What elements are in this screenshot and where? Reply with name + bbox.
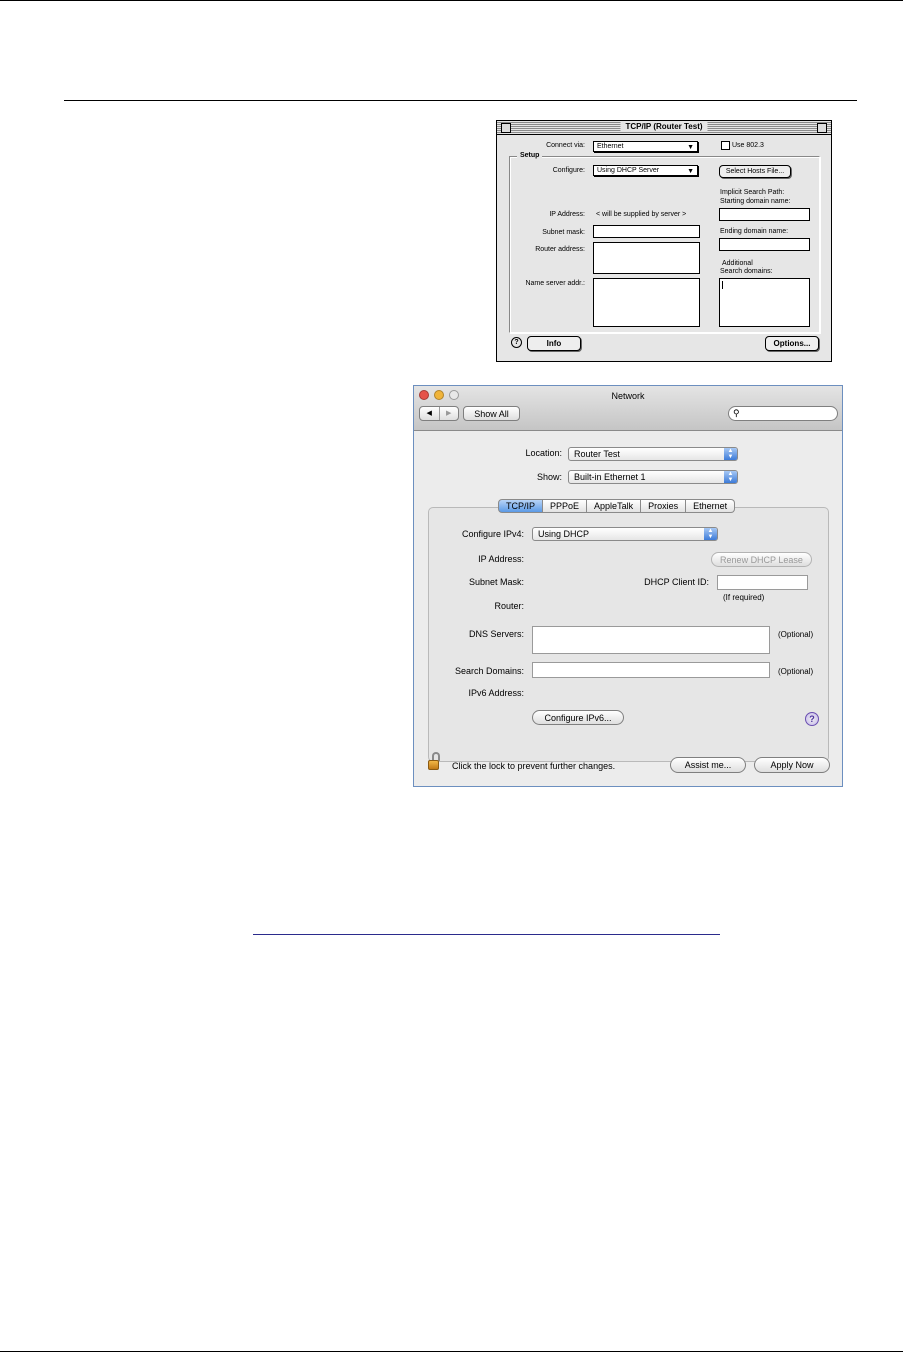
configure-value: Using DHCP Server (597, 167, 660, 174)
starting-domain-field[interactable] (719, 208, 810, 221)
search-domains-label: Search domains: (720, 268, 773, 275)
info-button[interactable]: Info (527, 336, 581, 351)
dns-servers-label: DNS Servers: (468, 629, 524, 639)
updown-arrow-icon: ▲ ▼ (724, 448, 737, 460)
mid-link-rule (253, 934, 720, 935)
show-value: Built-in Ethernet 1 (574, 472, 646, 482)
dhcp-client-id-label: DHCP Client ID: (644, 577, 709, 587)
back-arrow-icon[interactable]: ◀ (420, 407, 440, 420)
close-box-icon[interactable] (501, 123, 511, 133)
network-window-title: Network (611, 391, 645, 401)
implicit-search-path-label: Implicit Search Path: (720, 189, 785, 196)
if-required-note: (If required) (723, 593, 765, 602)
classic-tcpip-window: TCP/IP (Router Test) Connect via: Ethern… (496, 120, 832, 362)
back-forward-buttons[interactable]: ◀ ▶ (419, 406, 459, 421)
tab-appletalk[interactable]: AppleTalk (587, 499, 642, 513)
router-address-label: Router address: (535, 246, 585, 253)
options-button[interactable]: Options... (765, 336, 819, 351)
dhcp-client-id-field[interactable] (717, 575, 808, 590)
top-rule (64, 100, 857, 101)
search-domains-field[interactable] (532, 662, 770, 678)
tab-pppoe[interactable]: PPPoE (543, 499, 588, 513)
show-popup[interactable]: Built-in Ethernet 1 ▲ ▼ (568, 470, 738, 484)
network-ip-address-label: IP Address: (478, 554, 524, 564)
zoom-box-icon[interactable] (817, 123, 827, 133)
updown-arrow-icon: ▲ ▼ (704, 528, 717, 540)
name-server-field[interactable] (593, 278, 700, 327)
forward-arrow-icon[interactable]: ▶ (440, 407, 459, 420)
location-popup[interactable]: Router Test ▲ ▼ (568, 447, 738, 461)
apply-now-button[interactable]: Apply Now (754, 757, 830, 773)
ipv6-address-label: IPv6 Address: (468, 688, 524, 698)
tab-ethernet[interactable]: Ethernet (686, 499, 736, 513)
ending-domain-field[interactable] (719, 238, 810, 251)
renew-dhcp-lease-button[interactable]: Renew DHCP Lease (711, 552, 812, 567)
configure-label: Configure: (552, 167, 585, 174)
search-icon: ⚲ (733, 408, 740, 418)
lock-body (428, 760, 439, 770)
additional-label: Additional (722, 260, 753, 267)
router-address-field[interactable] (593, 242, 700, 274)
header-rule (0, 0, 903, 1)
subnet-mask-field[interactable] (593, 225, 700, 238)
connect-via-popup[interactable]: Ethernet ▼ (593, 141, 698, 152)
search-domains-label: Search Domains: (454, 666, 524, 676)
configure-ipv4-popup[interactable]: Using DHCP ▲ ▼ (532, 527, 718, 541)
tab-tcpip[interactable]: TCP/IP (498, 499, 544, 513)
configure-popup[interactable]: Using DHCP Server ▼ (593, 165, 698, 176)
network-tab-bar: TCP/IP PPPoE AppleTalk Proxies Ethernet (498, 499, 736, 515)
updown-arrow-icon: ▲ ▼ (724, 471, 737, 483)
assist-me-button[interactable]: Assist me... (670, 757, 746, 773)
network-toolbar: Network ◀ ▶ Show All ⚲ (414, 386, 842, 431)
ending-domain-label: Ending domain name: (720, 228, 789, 235)
show-all-button[interactable]: Show All (463, 406, 520, 421)
location-value: Router Test (574, 449, 620, 459)
lock-open-icon[interactable] (428, 752, 442, 770)
setup-label: Setup (517, 152, 543, 159)
popup-arrow-icon: ▼ (687, 144, 694, 151)
classic-ip-address-label: IP Address: (549, 211, 585, 218)
lock-message: Click the lock to prevent further change… (452, 761, 616, 771)
text-cursor (722, 281, 723, 289)
network-subnet-mask-label: Subnet Mask: (468, 577, 524, 587)
classic-ip-address-value: < will be supplied by server > (596, 211, 687, 218)
dns-servers-field[interactable] (532, 626, 770, 654)
classic-window-title: TCP/IP (Router Test) (620, 122, 708, 131)
popup-arrow-icon: ▼ (687, 168, 694, 175)
help-icon[interactable]: ? (511, 337, 522, 348)
router-label: Router: (494, 601, 524, 611)
tab-proxies[interactable]: Proxies (641, 499, 687, 513)
configure-ipv4-value: Using DHCP (538, 529, 590, 539)
starting-domain-label: Starting domain name: (720, 198, 791, 205)
connect-via-label: Connect via: (546, 142, 585, 149)
location-label: Location: (525, 448, 562, 458)
classic-title-bar[interactable]: TCP/IP (Router Test) (497, 121, 831, 135)
select-hosts-file-button[interactable]: Select Hosts File... (719, 165, 791, 178)
subnet-mask-label: Subnet mask: (542, 229, 585, 236)
configure-ipv4-label: Configure IPv4: (461, 529, 524, 539)
show-label: Show: (536, 472, 562, 482)
help-icon[interactable]: ? (805, 712, 819, 726)
name-server-label: Name server addr.: (525, 280, 585, 287)
search-domains-field[interactable] (719, 278, 810, 327)
search-field[interactable]: ⚲ (728, 406, 838, 421)
use-8023-label: Use 802.3 (732, 142, 764, 149)
network-preferences-window: Network ◀ ▶ Show All ⚲ Location: Router … (413, 385, 843, 787)
configure-ipv6-button[interactable]: Configure IPv6... (532, 710, 624, 725)
dns-optional-note: (Optional) (778, 630, 814, 639)
connect-via-value: Ethernet (597, 143, 624, 150)
use-8023-checkbox[interactable] (721, 141, 730, 150)
search-optional-note: (Optional) (778, 667, 814, 676)
